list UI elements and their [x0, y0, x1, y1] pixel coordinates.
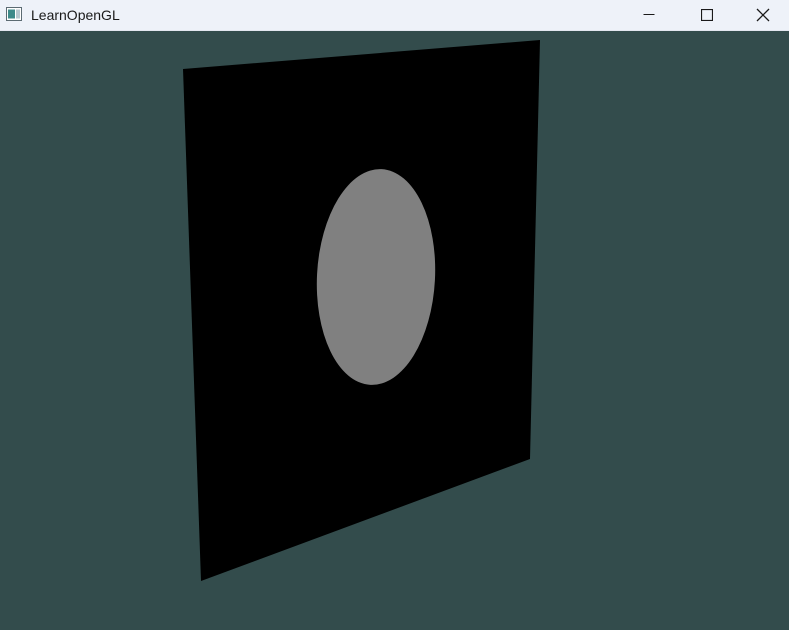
- close-icon: [756, 8, 770, 22]
- maximize-button[interactable]: [678, 0, 736, 30]
- maximize-icon: [701, 9, 713, 21]
- scene-canvas: [0, 31, 789, 630]
- render-viewport[interactable]: [0, 31, 789, 630]
- title-bar[interactable]: LearnOpenGL: [0, 0, 789, 31]
- window-title: LearnOpenGL: [31, 7, 120, 23]
- minimize-button[interactable]: [620, 0, 678, 30]
- minimize-icon: [643, 14, 655, 15]
- close-button[interactable]: [737, 0, 789, 30]
- app-window-icon: [6, 7, 22, 21]
- app-window: LearnOpenGL: [0, 0, 789, 630]
